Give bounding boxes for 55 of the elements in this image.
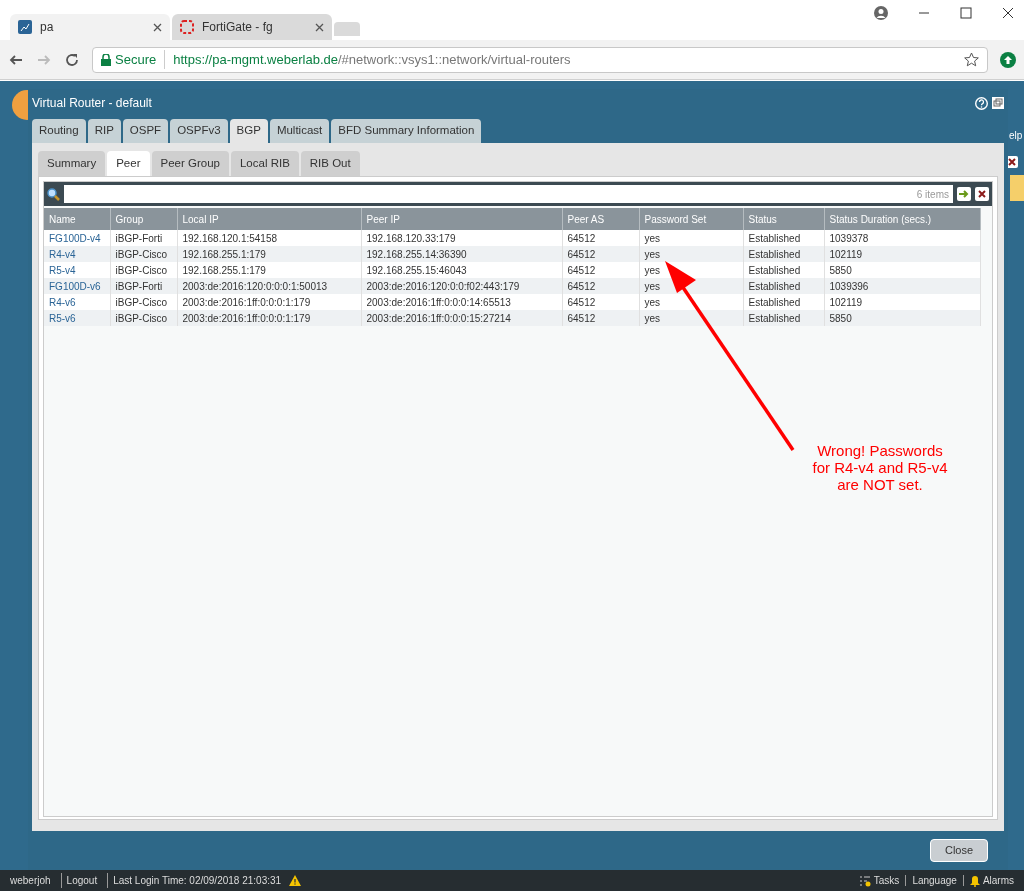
status-text: weberjoh <box>10 874 51 888</box>
item-count: 6 items <box>916 187 949 202</box>
table-cell: yes <box>639 310 743 326</box>
table-cell: iBGP-Cisco <box>110 310 177 326</box>
new-tab-button[interactable] <box>334 22 360 36</box>
table-cell: 2003:de:2016:1ff:0:0:0:1:179 <box>177 310 361 326</box>
close-icon <box>1002 7 1014 19</box>
search-icon <box>47 187 60 201</box>
help-icon <box>975 96 988 110</box>
clear-filter-icon <box>975 187 989 201</box>
firewall-logo-icon <box>180 20 194 34</box>
app-logo-icon <box>18 20 32 34</box>
warning-icon <box>289 875 302 886</box>
star-icon <box>964 52 979 67</box>
logout-link[interactable]: Logout <box>60 873 98 888</box>
table-cell: 2003:de:2016:1ff:0:0:0:15:27214 <box>361 310 562 326</box>
tab[interactable]: OSPF <box>122 119 169 143</box>
maximize-icon <box>960 7 972 19</box>
close-button[interactable]: Close <box>930 839 988 862</box>
tab[interactable]: RIB Out <box>300 151 360 176</box>
tab[interactable]: Peer <box>107 151 150 176</box>
status-text: Last Login Time: 02/09/2018 21:03:31 <box>107 873 282 888</box>
tab[interactable]: BFD Summary Information <box>331 119 482 143</box>
peer-link[interactable]: R5-v6 <box>44 310 110 326</box>
update-icon <box>1000 51 1016 68</box>
bell-icon <box>969 874 980 887</box>
table-cell: Established <box>743 310 824 326</box>
lock-icon <box>101 53 111 66</box>
browser-tab[interactable]: pa <box>10 14 170 40</box>
close-icon <box>153 22 162 32</box>
annotation-text: Wrong! Passwords for R4-v4 and R5-v4 are NOT set. <box>811 442 949 493</box>
status-link[interactable]: Language <box>912 873 957 888</box>
status-link[interactable]: Alarms <box>982 873 1014 888</box>
tab[interactable]: Local RIB <box>230 151 299 176</box>
dialog-title: Virtual Router - default <box>32 95 153 112</box>
close-icon <box>315 22 324 32</box>
tab[interactable]: Multicast <box>269 119 330 143</box>
profile-icon <box>874 6 888 20</box>
tab[interactable]: Summary <box>38 151 106 176</box>
tab[interactable]: OSPFv3 <box>170 119 228 143</box>
apply-filter-icon <box>957 187 971 201</box>
restore-icon <box>992 97 1004 109</box>
alert-bar <box>1010 175 1024 201</box>
table-cell: 64512 <box>562 310 639 326</box>
tab[interactable]: BGP <box>229 119 268 143</box>
address-bar[interactable]: Secure https://pa-mgmt.weberlab.de/#network::vsys1::network/virtual-routers <box>92 46 988 73</box>
tab[interactable]: Routing <box>32 119 86 143</box>
tab[interactable]: RIP <box>87 119 121 143</box>
status-link[interactable]: Tasks <box>873 873 900 888</box>
tab[interactable]: Peer Group <box>151 151 229 176</box>
help-link[interactable]: elp <box>1009 128 1023 143</box>
browser-tab[interactable]: FortiGate - fg <box>172 14 332 40</box>
reload-icon <box>64 51 80 68</box>
tasks-icon <box>858 874 871 887</box>
table-cell: 5850 <box>824 310 980 326</box>
